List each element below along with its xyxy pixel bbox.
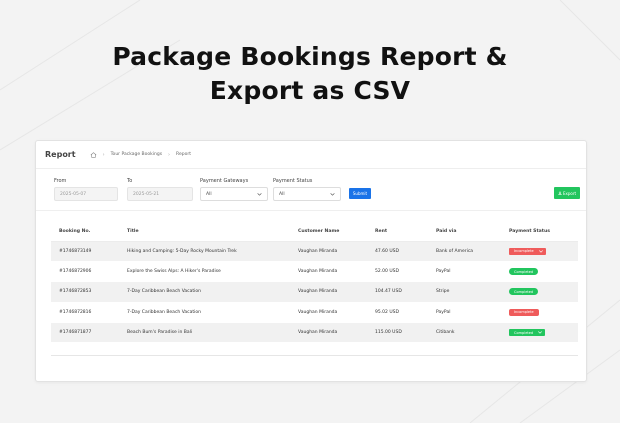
status-select[interactable]: Incomplete	[509, 247, 546, 255]
table-row[interactable]: #1746872816 7-Day Caribbean Beach Vacatio…	[51, 302, 578, 324]
booking-no-cell: #1746873149	[51, 241, 119, 262]
paid-via-cell: PayPal	[428, 261, 501, 283]
status-badge: Completed	[509, 268, 539, 276]
payment-status-cell: Completed	[501, 322, 578, 344]
from-date-value: 2025-05-07	[60, 191, 87, 197]
submit-button[interactable]: Submit	[349, 188, 371, 199]
paid-via-cell: PayPal	[428, 302, 501, 324]
col-title: Title	[119, 223, 290, 242]
status-badge: Incomplete	[509, 308, 539, 316]
payment-status-cell: Completed	[501, 261, 578, 283]
breadcrumb-item-bookings[interactable]: Tour Package Bookings	[111, 152, 162, 157]
chevron-down-icon	[538, 249, 543, 253]
customer-cell: Vaughan Miranda	[290, 302, 367, 324]
payment-gateway-value: All	[206, 191, 212, 197]
hero-line-2: Export as CSV	[209, 76, 411, 105]
from-label: From	[54, 178, 67, 184]
hero-line-1: Package Bookings Report &	[112, 42, 508, 71]
table-row[interactable]: #1746872906 Explore the Swiss Alps: A Hik…	[51, 261, 578, 283]
payment-gateway-label: Payment Gateways	[200, 178, 249, 184]
payment-status-cell: Incomplete	[501, 241, 578, 262]
rent-cell: 95.02 USD	[367, 302, 428, 324]
breadcrumb: › Tour Package Bookings › Report	[90, 152, 191, 158]
export-button[interactable]: Export	[554, 187, 580, 199]
title-cell: Beach Bum's Paradise in Bali	[119, 322, 290, 344]
booking-no-cell: #1746872853	[51, 281, 119, 303]
chevron-down-icon	[330, 192, 335, 196]
export-label: Export	[562, 190, 577, 196]
customer-cell: Vaughan Miranda	[290, 322, 367, 344]
from-date-field[interactable]: 2025-05-07	[54, 187, 118, 201]
table-row[interactable]: #1746872853 7-Day Caribbean Beach Vacatio…	[51, 281, 578, 303]
title-cell: Explore the Swiss Alps: A Hiker's Paradi…	[119, 261, 290, 283]
title-cell: 7-Day Caribbean Beach Vacation	[119, 302, 290, 324]
rent-cell: 115.00 USD	[367, 322, 428, 344]
to-date-field[interactable]: 2025-05-21	[127, 187, 193, 201]
customer-cell: Vaughan Miranda	[290, 241, 367, 262]
filter-divider	[36, 210, 586, 211]
status-label: Completed	[514, 289, 534, 294]
col-paid-via: Paid via	[428, 223, 501, 242]
payment-gateway-select[interactable]: All	[200, 187, 268, 201]
breadcrumb-item-report: Report	[176, 152, 191, 157]
rent-cell: 52.00 USD	[367, 261, 428, 283]
booking-no-cell: #1746872816	[51, 302, 119, 324]
rent-cell: 47.60 USD	[367, 241, 428, 262]
status-select[interactable]: Completed	[509, 329, 546, 337]
status-label: Incomplete	[514, 310, 534, 315]
breadcrumb-separator: ›	[168, 151, 171, 158]
chevron-down-icon	[538, 331, 542, 334]
home-icon[interactable]	[90, 151, 97, 158]
booking-no-cell: #1746872906	[51, 261, 119, 283]
chevron-down-icon	[257, 192, 262, 196]
table-row[interactable]: #1746871877 Beach Bum's Paradise in Bali V…	[51, 322, 578, 344]
bookings-table: Booking No. Title Customer Name Rent Pai…	[51, 223, 578, 344]
breadcrumb-separator: ›	[102, 151, 105, 158]
payment-status-cell: Incomplete	[501, 302, 578, 324]
table-row[interactable]: #1746873149 Hiking and Camping: 5-Day Roc…	[51, 241, 578, 262]
paid-via-cell: Bank of America	[428, 241, 501, 262]
col-booking-no: Booking No.	[51, 223, 119, 242]
status-label: Incomplete	[514, 249, 534, 254]
title-cell: Hiking and Camping: 5-Day Rocky Mountain…	[119, 241, 290, 262]
title-cell: 7-Day Caribbean Beach Vacation	[119, 281, 290, 303]
table-bottom-border	[51, 355, 578, 356]
payment-status-label: Payment Status	[273, 178, 313, 184]
booking-no-cell: #1746871877	[51, 322, 119, 344]
page-title: Report	[45, 150, 76, 159]
col-payment-status: Payment Status	[501, 223, 578, 242]
rent-cell: 104.47 USD	[367, 281, 428, 303]
customer-cell: Vaughan Miranda	[290, 261, 367, 283]
col-customer: Customer Name	[290, 223, 367, 242]
customer-cell: Vaughan Miranda	[290, 281, 367, 303]
download-icon	[558, 191, 562, 195]
status-label: Completed	[514, 269, 534, 274]
payment-status-value: All	[279, 191, 285, 197]
paid-via-cell: Stripe	[428, 281, 501, 303]
status-badge: Completed	[509, 288, 539, 296]
status-label: Completed	[514, 330, 534, 335]
report-panel: Report › Tour Package Bookings › Report …	[35, 140, 587, 382]
to-date-value: 2025-05-21	[133, 191, 160, 197]
col-rent: Rent	[367, 223, 428, 242]
table-header-row: Booking No. Title Customer Name Rent Pai…	[51, 223, 578, 242]
payment-status-select[interactable]: All	[273, 187, 341, 201]
panel-header: Report › Tour Package Bookings › Report	[36, 141, 586, 169]
to-label: To	[127, 178, 133, 184]
paid-via-cell: Citibank	[428, 322, 501, 344]
hero-heading: Package Bookings Report & Export as CSV	[0, 40, 620, 108]
payment-status-cell: Completed	[501, 281, 578, 303]
